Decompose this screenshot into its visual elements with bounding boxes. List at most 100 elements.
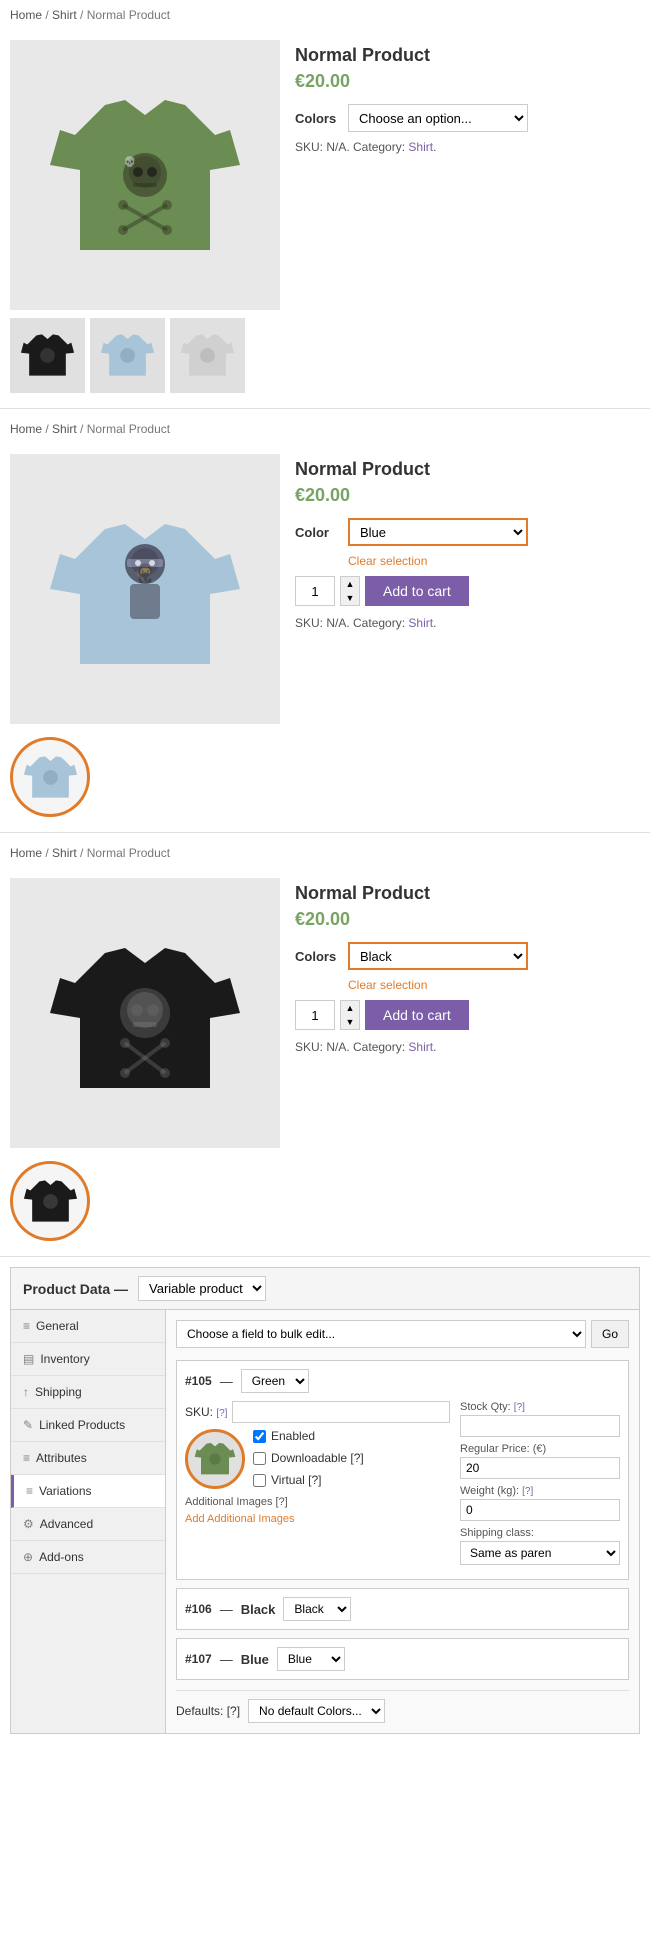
product-image-area-1: 💀 <box>10 40 280 393</box>
downloadable-checkbox-105: Downloadable [?] <box>253 1451 364 1465</box>
qty-spinner-2[interactable]: ▲ ▼ <box>340 576 360 606</box>
variation-block-106: #106 — Black Black Blue Green <box>176 1588 629 1630</box>
bulk-edit-select[interactable]: Choose a field to bulk edit... <box>176 1320 586 1348</box>
product-info-2: Normal Product €20.00 Color Black Blue G… <box>295 454 640 817</box>
qty-up-3[interactable]: ▲ <box>341 1001 359 1015</box>
color-field-2: Color Black Blue Green <box>295 518 640 546</box>
sku-row-105: SKU: [?] <box>185 1401 450 1423</box>
enabled-checkbox-105: Enabled <box>253 1429 364 1443</box>
downloadable-check-input-105[interactable] <box>253 1452 266 1465</box>
shipping-class-label-105: Shipping class: <box>460 1527 620 1539</box>
product-main-image-1: 💀 <box>10 40 280 310</box>
variation-right-105: Stock Qty: [?] Regular Price: (€) Weight… <box>460 1401 620 1571</box>
sku-input-105[interactable] <box>232 1401 450 1423</box>
weight-label-105: Weight (kg): [?] <box>460 1485 620 1497</box>
qty-up-2[interactable]: ▲ <box>341 577 359 591</box>
variation-header-106: #106 — Black Black Blue Green <box>185 1597 620 1621</box>
enabled-label-105: Enabled <box>271 1429 315 1443</box>
variation-header-105: #105 — Green Black Blue <box>185 1369 620 1393</box>
regular-price-label-105: Regular Price: (€) <box>460 1443 620 1455</box>
breadcrumb-home-2[interactable]: Home <box>10 422 42 436</box>
divider-2 <box>0 832 650 833</box>
shipping-class-select-105[interactable]: Same as paren <box>460 1541 620 1565</box>
breadcrumb-shirt-3[interactable]: Shirt <box>52 846 77 860</box>
general-icon: ≡ <box>23 1319 30 1333</box>
breadcrumb-2: Home / Shirt / Normal Product <box>0 414 650 444</box>
virtual-label-105: Virtual [?] <box>271 1473 321 1487</box>
sidebar-label-general: General <box>36 1319 79 1333</box>
pd-sidebar: ≡ General ▤ Inventory ↑ Shipping ✎ Linke… <box>11 1310 166 1733</box>
add-to-cart-row-2: ▲ ▼ Add to cart <box>295 576 640 606</box>
sidebar-item-general[interactable]: ≡ General <box>11 1310 165 1343</box>
add-additional-images-105[interactable]: Add Additional Images <box>185 1513 450 1525</box>
clear-selection-3[interactable]: Clear selection <box>348 978 640 992</box>
qty-spinner-3[interactable]: ▲ ▼ <box>340 1000 360 1030</box>
product-title-1: Normal Product <box>295 45 640 66</box>
stock-help-105[interactable]: [?] <box>514 1402 525 1413</box>
clear-selection-2[interactable]: Clear selection <box>348 554 640 568</box>
product-price-1: €20.00 <box>295 71 640 92</box>
virtual-check-input-105[interactable] <box>253 1474 266 1487</box>
sidebar-item-attributes[interactable]: ≡ Attributes <box>11 1442 165 1475</box>
qty-input-3[interactable] <box>295 1000 335 1030</box>
add-ons-icon: ⊕ <box>23 1550 33 1564</box>
thumbnail-blue-1[interactable] <box>90 318 165 393</box>
qty-input-2[interactable] <box>295 576 335 606</box>
variation-color-select-106[interactable]: Black Blue Green <box>283 1597 351 1621</box>
thumbnail-black-1[interactable] <box>10 318 85 393</box>
breadcrumb-shirt-2[interactable]: Shirt <box>52 422 77 436</box>
color-select-1[interactable]: Choose an option... Black Blue Green <box>348 104 528 132</box>
color-select-2[interactable]: Black Blue Green <box>348 518 528 546</box>
thumbnail-black-circled-3[interactable] <box>10 1161 90 1241</box>
color-select-3[interactable]: Black Blue Green <box>348 942 528 970</box>
enabled-check-input-105[interactable] <box>253 1430 266 1443</box>
qty-down-2[interactable]: ▼ <box>341 591 359 605</box>
color-field-3: Colors Black Blue Green <box>295 942 640 970</box>
sidebar-item-shipping[interactable]: ↑ Shipping <box>11 1376 165 1409</box>
qty-down-3[interactable]: ▼ <box>341 1015 359 1029</box>
category-link-1[interactable]: Shirt <box>408 140 433 154</box>
stock-qty-field-105: Stock Qty: [?] <box>460 1401 620 1437</box>
product-title-3: Normal Product <box>295 883 640 904</box>
sidebar-item-variations[interactable]: ≡ Variations <box>11 1475 165 1508</box>
add-to-cart-btn-3[interactable]: Add to cart <box>365 1000 469 1030</box>
variation-color-select-105[interactable]: Green Black Blue <box>241 1369 309 1393</box>
product-main-image-3 <box>10 878 280 1148</box>
additional-images-label-105: Additional Images [?] <box>185 1496 450 1508</box>
variation-color-select-107[interactable]: Black Blue Green <box>277 1647 345 1671</box>
thumbnail-blue-circled-2[interactable] <box>10 737 90 817</box>
regular-price-input-105[interactable] <box>460 1457 620 1479</box>
stock-qty-input-105[interactable] <box>460 1415 620 1437</box>
color-label-3: Colors <box>295 949 340 964</box>
sidebar-label-variations: Variations <box>39 1484 91 1498</box>
breadcrumb-home-3[interactable]: Home <box>10 846 42 860</box>
category-link-3[interactable]: Shirt <box>408 1040 433 1054</box>
add-to-cart-btn-2[interactable]: Add to cart <box>365 576 469 606</box>
breadcrumb-shirt-1[interactable]: Shirt <box>52 8 77 22</box>
product-data-header: Product Data — Variable product <box>11 1268 639 1310</box>
breadcrumb-1: Home / Shirt / Normal Product <box>0 0 650 30</box>
breadcrumb-home-1[interactable]: Home <box>10 8 42 22</box>
category-link-2[interactable]: Shirt <box>408 616 433 630</box>
sku-text-3: SKU: N/A. Category: <box>295 1040 405 1054</box>
sidebar-item-inventory[interactable]: ▤ Inventory <box>11 1343 165 1376</box>
sidebar-item-add-ons[interactable]: ⊕ Add-ons <box>11 1541 165 1574</box>
product-title-2: Normal Product <box>295 459 640 480</box>
svg-text:💀: 💀 <box>124 155 136 168</box>
product-type-select[interactable]: Variable product <box>138 1276 266 1301</box>
breadcrumb-3: Home / Shirt / Normal Product <box>0 838 650 868</box>
thumbnail-white-1[interactable] <box>170 318 245 393</box>
weight-input-105[interactable] <box>460 1499 620 1521</box>
sku-text-2: SKU: N/A. Category: <box>295 616 405 630</box>
sku-help-105[interactable]: [?] <box>216 1408 227 1419</box>
sidebar-label-advanced: Advanced <box>40 1517 93 1531</box>
weight-help-105[interactable]: [?] <box>522 1486 533 1497</box>
sidebar-item-linked-products[interactable]: ✎ Linked Products <box>11 1409 165 1442</box>
variation-image-circled-105[interactable] <box>185 1429 245 1489</box>
defaults-select[interactable]: No default Colors... <box>248 1699 385 1723</box>
sidebar-item-advanced[interactable]: ⚙ Advanced <box>11 1508 165 1541</box>
go-button[interactable]: Go <box>591 1320 629 1348</box>
variation-id-107: #107 <box>185 1652 212 1666</box>
product-price-2: €20.00 <box>295 485 640 506</box>
product-main-image-2: 🥷 <box>10 454 280 724</box>
